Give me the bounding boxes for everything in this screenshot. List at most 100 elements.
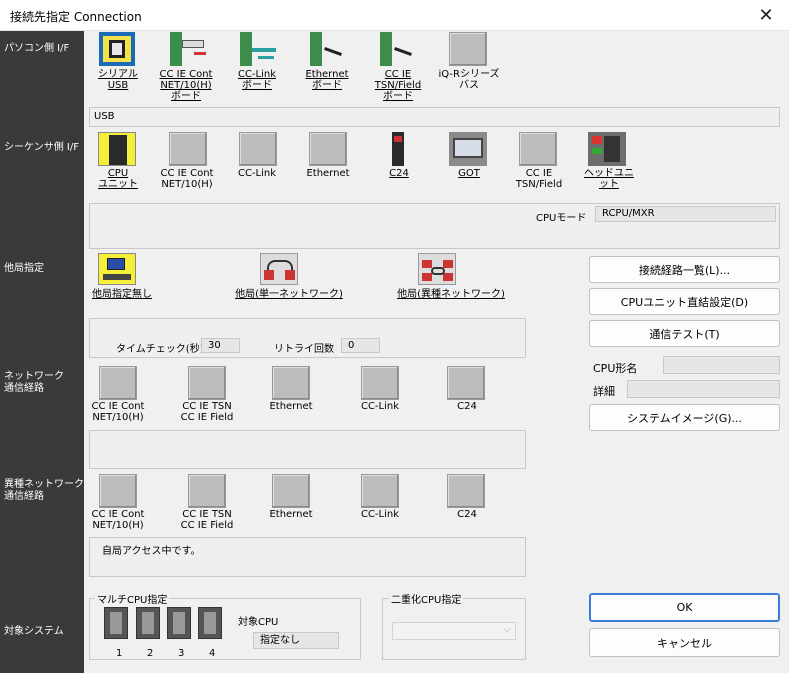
net-ccie-tsn-icon[interactable] bbox=[188, 366, 226, 400]
retry-label: リトライ回数 bbox=[274, 344, 334, 355]
tsn-field-icon[interactable] bbox=[519, 132, 557, 166]
pc-if-selected-value: USB bbox=[94, 111, 115, 122]
het-label-tsn[interactable]: CC IE TSN CC IE Field bbox=[172, 509, 242, 531]
hetero-route-label: 異種ネットワーク 通信経路 bbox=[4, 479, 84, 502]
cpu-mode-panel: CPUモード RCPU/MXR bbox=[89, 203, 780, 249]
retry-field[interactable]: 0 bbox=[341, 338, 380, 353]
board-icon[interactable] bbox=[168, 32, 206, 66]
het-label-ccie[interactable]: CC IE Cont NET/10(H) bbox=[84, 509, 152, 531]
plc-if-label-got[interactable]: GOT bbox=[449, 168, 489, 179]
other-label-none[interactable]: 他局指定無し bbox=[84, 289, 160, 300]
serial-usb-icon[interactable] bbox=[99, 32, 135, 66]
got-icon[interactable] bbox=[449, 132, 487, 166]
pc-if-label: パソコン側 I/F bbox=[4, 43, 70, 54]
ethernet-board-icon[interactable] bbox=[308, 32, 346, 66]
plc-if-label-ccie[interactable]: CC IE Cont NET/10(H) bbox=[151, 168, 223, 190]
network-route-label: ネットワーク 通信経路 bbox=[4, 371, 64, 394]
net-label-c24[interactable]: C24 bbox=[447, 401, 487, 412]
het-ccie-cont-icon[interactable] bbox=[99, 474, 137, 508]
net-ethernet-icon[interactable] bbox=[272, 366, 310, 400]
multi-cpu-group bbox=[89, 598, 361, 660]
cpu-2-icon[interactable] bbox=[136, 607, 160, 639]
other-station-label: 他局指定 bbox=[4, 263, 44, 274]
cpu-number-2: 2 bbox=[147, 648, 154, 659]
time-check-label: タイムチェック(秒) bbox=[116, 344, 204, 355]
net-label-tsn[interactable]: CC IE TSN CC IE Field bbox=[172, 401, 242, 423]
cclink-icon[interactable] bbox=[239, 132, 277, 166]
cancel-button[interactable]: キャンセル bbox=[589, 628, 780, 657]
pc-if-label-ethernet[interactable]: Ethernet ボード bbox=[301, 69, 353, 91]
timing-panel: タイムチェック(秒) 30 リトライ回数 0 bbox=[89, 318, 526, 358]
het-label-c24[interactable]: C24 bbox=[447, 509, 487, 520]
het-label-cclink[interactable]: CC-Link bbox=[354, 509, 406, 520]
net-c24-icon[interactable] bbox=[447, 366, 485, 400]
pc-if-label-ccie[interactable]: CC IE Cont NET/10(H) ボード bbox=[151, 69, 221, 102]
net-label-cclink[interactable]: CC-Link bbox=[354, 401, 406, 412]
close-icon[interactable]: ✕ bbox=[743, 0, 789, 31]
detail-field bbox=[627, 380, 780, 398]
redundant-cpu-select[interactable]: ⌵ bbox=[392, 622, 516, 640]
target-cpu-field: 指定なし bbox=[253, 632, 339, 649]
ok-button[interactable]: OK bbox=[589, 593, 780, 622]
tsn-board-icon[interactable] bbox=[378, 32, 416, 66]
status-panel: 自局アクセス中です。 bbox=[89, 537, 526, 577]
iq-r-bus-icon[interactable] bbox=[449, 32, 487, 66]
hetero-network-icon[interactable] bbox=[418, 253, 456, 285]
window-title: 接続先指定 Connection bbox=[10, 10, 142, 24]
comm-test-button[interactable]: 通信テスト(T) bbox=[589, 320, 780, 347]
no-other-station-icon[interactable] bbox=[98, 253, 136, 285]
target-system-label: 対象システム bbox=[4, 626, 64, 637]
plc-if-label: シーケンサ側 I/F bbox=[4, 142, 79, 153]
het-cclink-icon[interactable] bbox=[361, 474, 399, 508]
cpu-1-icon[interactable] bbox=[104, 607, 128, 639]
net-label-ethernet[interactable]: Ethernet bbox=[264, 401, 318, 412]
cpu-number-1: 1 bbox=[116, 648, 123, 659]
ccie-cont-icon[interactable] bbox=[169, 132, 207, 166]
target-cpu-label: 対象CPU bbox=[238, 617, 279, 628]
cpu-3-icon[interactable] bbox=[167, 607, 191, 639]
het-ethernet-icon[interactable] bbox=[272, 474, 310, 508]
pc-if-label-iqr[interactable]: iQ-Rシリーズ バス bbox=[437, 69, 501, 91]
cpu-unit-icon[interactable] bbox=[98, 132, 136, 166]
system-image-button[interactable]: システムイメージ(G)... bbox=[589, 404, 780, 431]
left-sidebar bbox=[0, 31, 84, 673]
plc-if-label-tsn[interactable]: CC IE TSN/Field bbox=[509, 168, 569, 190]
plc-if-label-cpu[interactable]: CPU ユニット bbox=[96, 168, 140, 190]
status-message: 自局アクセス中です。 bbox=[102, 546, 201, 557]
cpu-direct-button[interactable]: CPUユニット直結設定(D) bbox=[589, 288, 780, 315]
plc-if-label-c24[interactable]: C24 bbox=[379, 168, 419, 179]
pc-if-label-cclink[interactable]: CC-Link ボード bbox=[231, 69, 283, 91]
pc-if-label-tsn[interactable]: CC IE TSN/Field ボード bbox=[368, 69, 428, 102]
plc-if-label-cclink[interactable]: CC-Link bbox=[231, 168, 283, 179]
pc-if-selected-field: USB bbox=[89, 107, 780, 127]
plc-if-label-ethernet[interactable]: Ethernet bbox=[301, 168, 355, 179]
pc-if-label-serial[interactable]: シリアル USB bbox=[96, 69, 140, 91]
c24-icon[interactable] bbox=[379, 132, 417, 166]
het-ccie-tsn-icon[interactable] bbox=[188, 474, 226, 508]
net-ccie-cont-icon[interactable] bbox=[99, 366, 137, 400]
route-list-button[interactable]: 接続経路一覧(L)... bbox=[589, 256, 780, 283]
other-label-hetero[interactable]: 他局(異種ネットワーク) bbox=[394, 289, 508, 300]
plc-if-label-head[interactable]: ヘッドユニット bbox=[582, 168, 636, 190]
time-check-field[interactable]: 30 bbox=[201, 338, 240, 353]
cpu-model-label: CPU形名 bbox=[593, 362, 638, 375]
cpu-model-field bbox=[663, 356, 780, 374]
head-unit-icon[interactable] bbox=[588, 132, 626, 166]
detail-label: 詳細 bbox=[593, 385, 615, 398]
cclink-board-icon[interactable] bbox=[238, 32, 276, 66]
network-detail-panel bbox=[89, 430, 526, 469]
cpu-number-4: 4 bbox=[209, 648, 216, 659]
het-label-ethernet[interactable]: Ethernet bbox=[264, 509, 318, 520]
net-label-ccie[interactable]: CC IE Cont NET/10(H) bbox=[84, 401, 152, 423]
net-cclink-icon[interactable] bbox=[361, 366, 399, 400]
ethernet-icon[interactable] bbox=[309, 132, 347, 166]
het-c24-icon[interactable] bbox=[447, 474, 485, 508]
cpu-mode-label: CPUモード bbox=[536, 213, 587, 224]
multi-cpu-title: マルチCPU指定 bbox=[95, 591, 170, 606]
single-network-icon[interactable] bbox=[260, 253, 298, 285]
cpu-4-icon[interactable] bbox=[198, 607, 222, 639]
cpu-mode-field: RCPU/MXR bbox=[595, 206, 776, 222]
title-bar: 接続先指定 Connection ✕ bbox=[0, 0, 789, 31]
cpu-number-3: 3 bbox=[178, 648, 185, 659]
other-label-single[interactable]: 他局(単一ネットワーク) bbox=[234, 289, 344, 300]
